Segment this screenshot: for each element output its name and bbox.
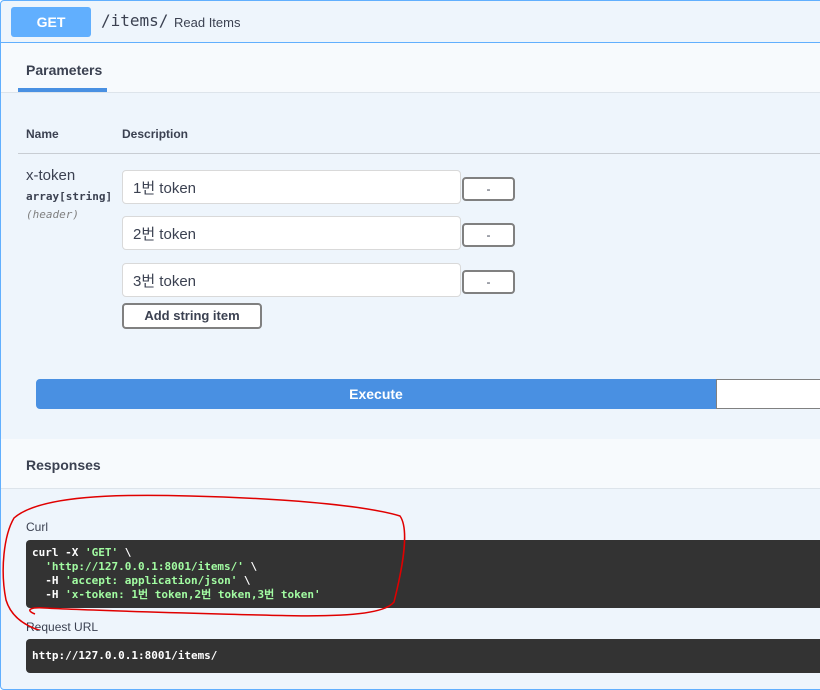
endpoint-summary: Read Items	[174, 15, 241, 30]
column-header-description: Description	[122, 127, 189, 141]
divider	[18, 153, 820, 154]
remove-item-button-2[interactable]: -	[462, 223, 515, 247]
curl-header-token: 'x-token: 1번 token,2번 token,3번 token'	[65, 588, 321, 601]
endpoint-path: /items/	[101, 11, 169, 30]
param-location: (header)	[26, 208, 79, 221]
remove-item-button-3[interactable]: -	[462, 270, 515, 294]
curl-header-accept: 'accept: application/json'	[65, 574, 238, 587]
tab-parameters[interactable]: Parameters	[26, 62, 102, 78]
responses-header: Responses	[1, 439, 820, 489]
curl-cont: \	[237, 574, 251, 587]
curl-method: 'GET'	[84, 546, 119, 559]
responses-title: Responses	[26, 457, 101, 473]
array-item-input-2[interactable]	[122, 216, 461, 250]
curl-cmd: curl -X	[32, 546, 85, 559]
curl-header-flag: -H	[32, 588, 66, 601]
request-url-label: Request URL	[26, 620, 99, 634]
clear-button[interactable]	[716, 379, 820, 409]
column-header-name: Name	[26, 127, 59, 141]
execute-button[interactable]: Execute	[36, 379, 716, 409]
request-url: http://127.0.0.1:8001/items/	[32, 649, 218, 662]
operation-block: GET /items/ Read Items Parameters Name D…	[0, 0, 820, 690]
array-item-input-1[interactable]	[122, 170, 461, 204]
curl-code-block[interactable]: curl -X 'GET' \ 'http://127.0.0.1:8001/i…	[26, 540, 820, 608]
curl-url: 'http://127.0.0.1:8001/items/'	[45, 560, 244, 573]
tab-active-indicator	[18, 88, 107, 92]
remove-item-button-1[interactable]: -	[462, 177, 515, 201]
curl-cont: \	[243, 560, 258, 573]
method-badge: GET	[11, 7, 91, 37]
operation-summary[interactable]: GET /items/ Read Items	[1, 1, 820, 43]
request-url-block[interactable]: http://127.0.0.1:8001/items/	[26, 639, 820, 673]
array-item-input-3[interactable]	[122, 263, 461, 297]
param-name: x-token	[26, 167, 76, 184]
param-type: array[string]	[26, 190, 113, 203]
curl-label: Curl	[26, 520, 49, 534]
add-string-item-button[interactable]: Add string item	[122, 303, 262, 329]
curl-header-flag: -H	[32, 574, 66, 587]
curl-cont: \	[118, 546, 132, 559]
parameters-header: Parameters	[1, 43, 820, 93]
